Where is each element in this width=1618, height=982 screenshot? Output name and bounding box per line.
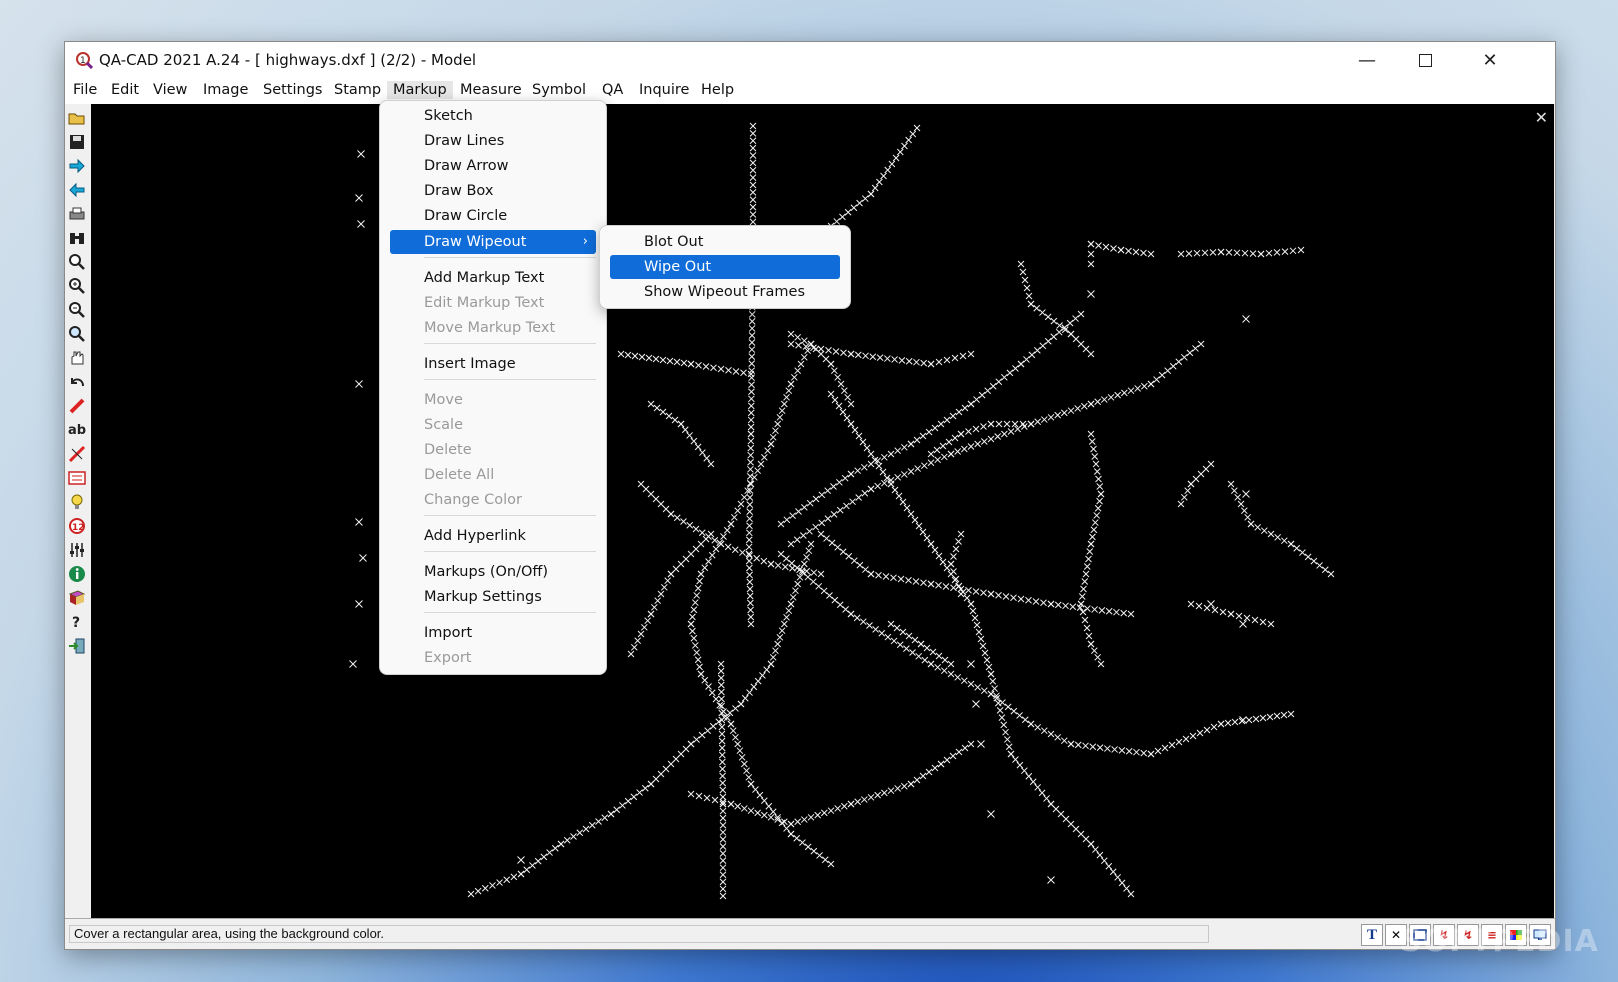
wipeout-submenu: Blot Out Wipe Out Show Wipeout Frames (599, 225, 851, 309)
zoom-in-icon[interactable] (67, 276, 87, 296)
window-title: QA-CAD 2021 A.24 - [ highways.dxf ] (2/2… (99, 51, 477, 69)
menu-symbol[interactable]: Symbol (526, 81, 592, 99)
help-icon[interactable]: ? (67, 612, 87, 632)
zoom-icon[interactable] (67, 252, 87, 272)
watermark-logo: SOFTPEDIA (1400, 924, 1599, 959)
markup-dropdown-menu: Sketch Draw Lines Draw Arrow Draw Box Dr… (379, 100, 607, 675)
back-icon[interactable] (67, 180, 87, 200)
menuitem-show-wipeout-frames[interactable]: Show Wipeout Frames (610, 280, 840, 304)
left-toolbar: ab 12 ? (65, 104, 92, 918)
menu-separator (424, 379, 596, 380)
menuitem-sketch[interactable]: Sketch (390, 104, 596, 128)
menuitem-markups-on-off[interactable]: Markups (On/Off) (390, 560, 596, 584)
menuitem-draw-arrow[interactable]: Draw Arrow (390, 154, 596, 178)
symbol-icon[interactable]: 12 (67, 516, 87, 536)
text-ab-icon[interactable]: ab (67, 420, 87, 440)
light-bulb-icon[interactable] (67, 492, 87, 512)
menuitem-edit-markup-text[interactable]: Edit Markup Text (390, 291, 596, 315)
menuitem-draw-circle[interactable]: Draw Circle (390, 204, 596, 228)
maximize-button[interactable] (1396, 42, 1454, 78)
svg-text:12: 12 (72, 523, 85, 533)
menu-separator (424, 551, 596, 552)
pencil-icon[interactable] (67, 396, 87, 416)
menu-inquire[interactable]: Inquire (633, 81, 695, 99)
title-bar[interactable]: 1 QA-CAD 2021 A.24 - [ highways.dxf ] (2… (65, 42, 1555, 78)
menuitem-markup-settings[interactable]: Markup Settings (390, 585, 596, 609)
menu-separator (424, 257, 596, 258)
menu-separator (424, 343, 596, 344)
menuitem-draw-box[interactable]: Draw Box (390, 179, 596, 203)
open-icon[interactable] (67, 108, 87, 128)
minimize-icon: — (1358, 49, 1376, 71)
app-logo-icon: 1 (76, 52, 93, 69)
menuitem-insert-image[interactable]: Insert Image (390, 352, 596, 376)
menu-separator (424, 612, 596, 613)
zoom-window-icon[interactable] (67, 324, 87, 344)
app-window: 1 QA-CAD 2021 A.24 - [ highways.dxf ] (2… (64, 41, 1556, 950)
menu-file[interactable]: File (67, 81, 103, 99)
menu-stamp[interactable]: Stamp (328, 81, 387, 99)
book-icon[interactable] (67, 588, 87, 608)
svg-text:?: ? (72, 615, 80, 631)
menu-settings[interactable]: Settings (257, 81, 328, 99)
menu-bar: File Edit View Image Settings Stamp Mark… (65, 78, 1555, 104)
print-icon[interactable] (67, 204, 87, 224)
measure-icon[interactable] (67, 444, 87, 464)
close-icon: ✕ (1482, 49, 1498, 71)
svg-text:1: 1 (80, 56, 86, 66)
menuitem-move[interactable]: Move (390, 388, 596, 412)
menuitem-wipe-out[interactable]: Wipe Out (610, 255, 840, 279)
undo-icon[interactable] (67, 372, 87, 392)
menuitem-delete-all[interactable]: Delete All (390, 463, 596, 487)
menuitem-export[interactable]: Export (390, 646, 596, 670)
menuitem-draw-wipeout-label: Draw Wipeout (424, 234, 527, 250)
status-message: Cover a rectangular area, using the back… (69, 925, 1209, 943)
zoom-out-icon[interactable] (67, 300, 87, 320)
menu-edit[interactable]: Edit (105, 81, 145, 99)
minimize-button[interactable]: — (1338, 42, 1396, 78)
menuitem-delete[interactable]: Delete (390, 438, 596, 462)
menuitem-blot-out[interactable]: Blot Out (610, 230, 840, 254)
menuitem-import[interactable]: Import (390, 621, 596, 645)
submenu-arrow-icon: › (582, 234, 588, 249)
text-T-icon[interactable]: T (1361, 924, 1383, 946)
close-button[interactable]: ✕ (1454, 42, 1526, 78)
menuitem-move-markup-text[interactable]: Move Markup Text (390, 316, 596, 340)
menuitem-draw-wipeout[interactable]: Draw Wipeout › (390, 230, 596, 254)
menu-markup[interactable]: Markup (387, 81, 453, 99)
info-icon[interactable] (67, 564, 87, 584)
menu-separator (424, 515, 596, 516)
menuitem-scale[interactable]: Scale (390, 413, 596, 437)
menuitem-add-markup-text[interactable]: Add Markup Text (390, 266, 596, 290)
exit-icon[interactable] (67, 636, 87, 656)
menu-image[interactable]: Image (197, 81, 254, 99)
maximize-icon (1418, 53, 1432, 67)
menu-qa[interactable]: QA (596, 81, 629, 99)
status-bar: Cover a rectangular area, using the back… (65, 918, 1555, 949)
menuitem-draw-lines[interactable]: Draw Lines (390, 129, 596, 153)
canvas-close-icon[interactable]: ✕ (1535, 108, 1548, 127)
menuitem-change-color[interactable]: Change Color (390, 488, 596, 512)
menu-help[interactable]: Help (695, 81, 740, 99)
menuitem-add-hyperlink[interactable]: Add Hyperlink (390, 524, 596, 548)
menu-measure[interactable]: Measure (454, 81, 528, 99)
save-icon[interactable] (67, 132, 87, 152)
binoculars-icon[interactable] (67, 228, 87, 248)
pan-hand-icon[interactable] (67, 348, 87, 368)
stamp-icon[interactable] (67, 468, 87, 488)
settings-sliders-icon[interactable] (67, 540, 87, 560)
forward-icon[interactable] (67, 156, 87, 176)
menu-view[interactable]: View (147, 81, 193, 99)
